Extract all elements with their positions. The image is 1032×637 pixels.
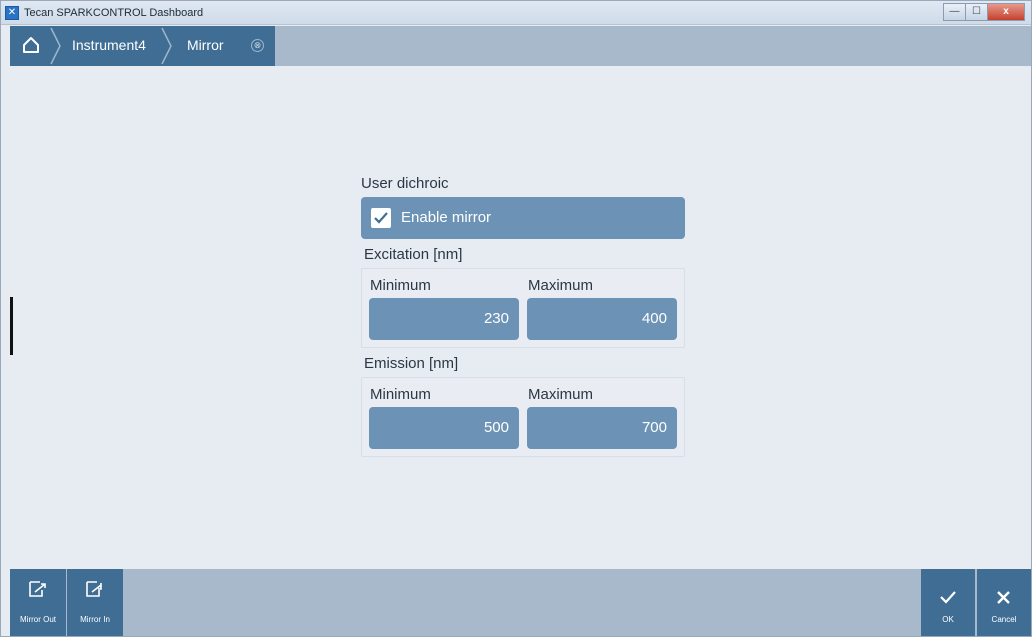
close-icon <box>997 591 1010 604</box>
tecan-logo-icon: ✕ <box>5 6 19 20</box>
cancel-button[interactable]: Cancel <box>977 569 1031 636</box>
emission-group: Minimum Maximum 500 700 <box>361 377 685 457</box>
enable-mirror-label: Enable mirror <box>401 209 492 226</box>
excitation-min-label: Minimum <box>370 277 431 294</box>
window-title: Tecan SPARKCONTROL Dashboard <box>24 7 204 19</box>
cancel-label: Cancel <box>991 615 1017 624</box>
excitation-group: Minimum Maximum 230 400 <box>361 268 685 348</box>
breadcrumb-separator-icon <box>161 27 172 65</box>
emission-min-label: Minimum <box>370 386 431 403</box>
checkmark-icon <box>374 212 388 224</box>
breadcrumb-mirror[interactable]: Mirror <box>187 37 224 53</box>
ok-button[interactable]: OK <box>921 569 975 636</box>
app-window: ✕ Tecan SPARKCONTROL Dashboard — ☐ x Ins… <box>0 0 1032 637</box>
emission-min-input[interactable]: 500 <box>369 407 519 449</box>
home-button[interactable] <box>10 26 52 66</box>
breadcrumb-separator-icon <box>50 27 61 65</box>
close-tab-icon[interactable]: ⊗ <box>251 39 264 52</box>
mirror-in-button[interactable]: Mirror In <box>67 569 123 636</box>
close-window-button[interactable]: x <box>987 3 1025 21</box>
mirror-out-icon <box>29 581 46 597</box>
excitation-title: Excitation [nm] <box>364 246 463 263</box>
ok-label: OK <box>942 615 954 624</box>
maximize-button[interactable]: ☐ <box>965 3 987 21</box>
excitation-max-input[interactable]: 400 <box>527 298 677 340</box>
mirror-in-label: Mirror In <box>80 615 110 624</box>
breadcrumb-bar: Instrument4 Mirror ⊗ <box>10 26 1031 66</box>
excitation-max-label: Maximum <box>528 277 594 294</box>
emission-max-input[interactable]: 700 <box>527 407 677 449</box>
bottom-toolbar: Mirror Out Mirror In OK Cancel <box>10 569 1031 636</box>
home-icon <box>23 37 39 53</box>
enable-mirror-toggle[interactable]: Enable mirror <box>361 197 685 239</box>
emission-title: Emission [nm] <box>364 355 459 372</box>
section-title: User dichroic <box>361 175 449 192</box>
edge-marker <box>10 297 13 355</box>
mirror-in-icon <box>86 581 102 597</box>
emission-max-label: Maximum <box>528 386 594 403</box>
breadcrumb-instrument[interactable]: Instrument4 <box>72 37 146 53</box>
window-controls: — ☐ x <box>943 3 1025 21</box>
enable-mirror-checkbox[interactable] <box>371 208 391 228</box>
minimize-button[interactable]: — <box>943 3 965 21</box>
breadcrumb: Instrument4 Mirror ⊗ <box>10 26 275 66</box>
title-bar: ✕ Tecan SPARKCONTROL Dashboard — ☐ x <box>1 1 1031 25</box>
checkmark-icon <box>940 591 956 604</box>
mirror-out-button[interactable]: Mirror Out <box>10 569 66 636</box>
mirror-out-label: Mirror Out <box>20 615 56 624</box>
excitation-min-input[interactable]: 230 <box>369 298 519 340</box>
